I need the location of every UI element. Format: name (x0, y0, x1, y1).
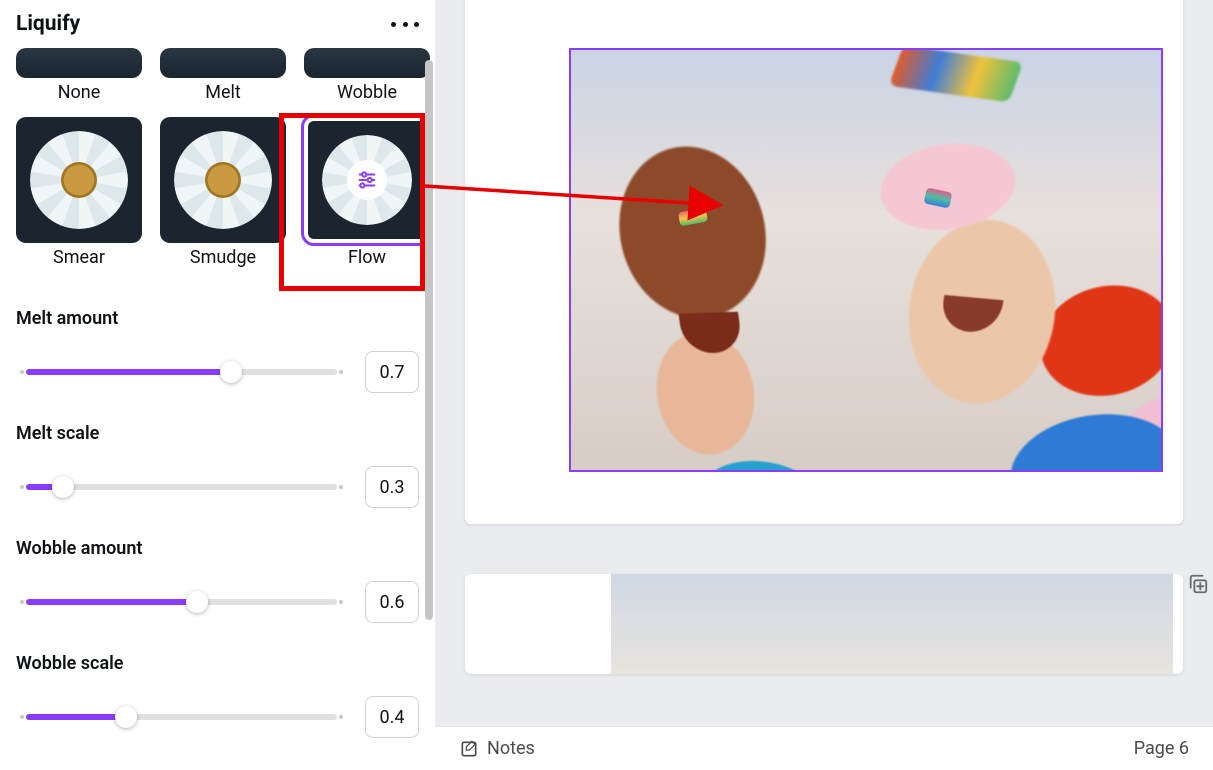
slider-thumb[interactable] (186, 591, 208, 613)
panel-scrollbar[interactable] (423, 0, 435, 640)
preset-row-1: None Melt Wobble (16, 48, 419, 113)
preset-none[interactable]: None (16, 48, 142, 113)
page-card-next[interactable] (465, 574, 1183, 674)
selected-image[interactable] (569, 48, 1163, 472)
slider-track[interactable] (26, 599, 337, 605)
preset-flow[interactable]: Flow (304, 117, 430, 278)
control-melt-scale: Melt scale 0.3 (16, 423, 419, 508)
preset-smear-thumb (16, 117, 142, 243)
slider-track[interactable] (26, 484, 337, 490)
preset-melt-thumb (160, 48, 286, 78)
slider-max-dot (339, 370, 343, 374)
slider-max-dot (339, 485, 343, 489)
slider-track[interactable] (26, 369, 337, 375)
control-wobble-scale: Wobble scale 0.4 (16, 653, 419, 738)
panel-title: Liquify (16, 12, 80, 36)
control-label: Melt amount (16, 308, 419, 329)
slider-min-dot (20, 370, 24, 374)
slider-thumb[interactable] (220, 361, 242, 383)
preset-wobble[interactable]: Wobble (304, 48, 430, 113)
preset-none-thumb (16, 48, 142, 78)
value-input[interactable]: 0.7 (365, 351, 419, 393)
slider-min-dot (20, 485, 24, 489)
preset-wobble-thumb (304, 48, 430, 78)
page-card-current[interactable] (465, 0, 1183, 524)
control-label: Wobble scale (16, 653, 419, 674)
slider-track[interactable] (26, 714, 337, 720)
control-row: 0.3 (16, 466, 419, 508)
adjust-settings-icon[interactable] (347, 160, 387, 200)
notes-label: Notes (487, 738, 535, 759)
preset-smear-label: Smear (53, 247, 105, 268)
canvas-area: Page 6 - curve images in canva Notes Pag… (435, 0, 1213, 770)
slider-min-dot (20, 715, 24, 719)
liquify-panel: Liquify None Melt Wobble Smear Smudge (0, 0, 435, 770)
preset-smear[interactable]: Smear (16, 117, 142, 278)
slider-thumb[interactable] (115, 706, 137, 728)
duplicate-page-icon[interactable] (1187, 573, 1209, 595)
preset-none-label: None (58, 82, 101, 103)
control-row: 0.6 (16, 581, 419, 623)
slider-min-dot (20, 600, 24, 604)
slider-max-dot (339, 600, 343, 604)
scrollbar-thumb[interactable] (425, 60, 433, 620)
value-input[interactable]: 0.4 (365, 696, 419, 738)
control-melt-amount: Melt amount 0.7 (16, 308, 419, 393)
more-options-icon[interactable] (391, 22, 419, 27)
value-input[interactable]: 0.6 (365, 581, 419, 623)
preset-smudge-thumb (160, 117, 286, 243)
preset-smudge-label: Smudge (190, 247, 256, 268)
slider[interactable] (16, 714, 347, 720)
panel-header: Liquify (16, 12, 419, 48)
page-indicator[interactable]: Page 6 (1134, 738, 1189, 759)
preset-smudge[interactable]: Smudge (160, 117, 286, 278)
value-input[interactable]: 0.3 (365, 466, 419, 508)
slider[interactable] (16, 484, 347, 490)
control-row: 0.4 (16, 696, 419, 738)
control-wobble-amount: Wobble amount 0.6 (16, 538, 419, 623)
preset-melt[interactable]: Melt (160, 48, 286, 113)
control-label: Wobble amount (16, 538, 419, 559)
slider[interactable] (16, 599, 347, 605)
preset-wobble-label: Wobble (337, 82, 397, 103)
notes-icon (459, 739, 479, 759)
canvas-scroll[interactable]: Page 6 - curve images in canva (435, 0, 1213, 726)
preset-row-2: Smear Smudge Flow (16, 117, 419, 278)
preset-flow-label: Flow (348, 247, 386, 268)
preset-melt-label: Melt (205, 82, 241, 103)
slider[interactable] (16, 369, 347, 375)
bottom-bar: Notes Page 6 (435, 726, 1213, 770)
slider-max-dot (339, 715, 343, 719)
preset-flow-thumb (304, 117, 430, 243)
control-label: Melt scale (16, 423, 419, 444)
image-subject-right (811, 93, 1163, 472)
control-row: 0.7 (16, 351, 419, 393)
next-page-image (611, 574, 1173, 674)
notes-button[interactable]: Notes (459, 738, 535, 759)
slider-thumb[interactable] (52, 476, 74, 498)
